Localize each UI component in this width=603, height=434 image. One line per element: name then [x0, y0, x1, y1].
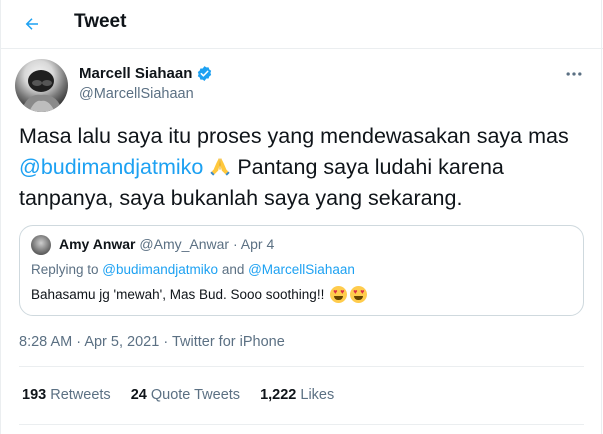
quoted-tweet-header: Amy Anwar @Amy_Anwar · Apr 4	[59, 236, 274, 252]
stats-divider	[19, 424, 584, 425]
likes-stat[interactable]: 1,222 Likes	[260, 387, 334, 403]
quote-tweets-count: 24	[130, 387, 147, 403]
tweet-timestamp: 8:28 AM · Apr 5, 2021 · Twitter for iPho…	[19, 334, 285, 350]
retweets-count: 193	[22, 387, 47, 403]
tweet-date[interactable]: Apr 5, 2021	[84, 334, 159, 350]
retweets-label: Retweets	[50, 387, 111, 403]
tweet-source: Twitter for iPhone	[171, 334, 285, 350]
back-arrow-icon	[25, 18, 38, 30]
likes-label: Likes	[300, 387, 335, 403]
meta-dot: ·	[163, 334, 169, 350]
tweet-time[interactable]: 8:28 AM	[19, 334, 72, 350]
quoted-date[interactable]: Apr 4	[241, 236, 274, 252]
quoted-author-avatar[interactable]	[31, 235, 51, 255]
quoted-author-handle: @Amy_Anwar	[139, 236, 230, 252]
meta-divider	[19, 366, 584, 367]
replying-prefix: Replying to	[31, 262, 103, 277]
tweet-mention[interactable]: @budimandjatmiko	[19, 155, 203, 179]
page-title: Tweet	[74, 11, 127, 32]
quote-tweets-stat[interactable]: 24 Quote Tweets	[131, 387, 240, 403]
reply-and: and	[218, 262, 249, 277]
quoted-tweet-card[interactable]: Amy Anwar @Amy_Anwar · Apr 4 Replying to…	[19, 225, 584, 316]
likes-count: 1,222	[260, 387, 297, 403]
quote-tweets-label: Quote Tweets	[150, 387, 241, 403]
quoted-replying-to: Replying to @budimandjatmiko and @Marcel…	[31, 262, 355, 277]
right-border	[601, 0, 602, 434]
meta-dot: ·	[76, 334, 82, 350]
reply-mention[interactable]: @budimandjatmiko	[102, 262, 218, 277]
reply-mention[interactable]: @MarcellSiahaan	[248, 262, 355, 277]
tweet-stats: 193 Retweets 24 Quote Tweets 1,222 Likes	[22, 387, 334, 403]
retweets-stat[interactable]: 193 Retweets	[22, 387, 111, 403]
more-options-icon[interactable]	[562, 64, 586, 84]
author-handle[interactable]: @MarcellSiahaan	[79, 86, 194, 102]
header-divider	[0, 48, 603, 49]
author-name[interactable]: Marcell Siahaan	[79, 65, 192, 82]
quoted-separator: ·	[232, 236, 238, 252]
back-button[interactable]	[14, 9, 50, 39]
quoted-tweet-text: Bahasamu jg 'mewah', Mas Bud. Sooo sooth…	[31, 286, 368, 303]
heart-eyes-emoji-icon: ♥ ♥	[350, 286, 368, 303]
heart-eyes-emoji-icon: ♥ ♥	[330, 286, 348, 303]
folded-hands-emoji-icon	[210, 157, 230, 176]
quoted-author-name[interactable]: Amy Anwar	[59, 236, 136, 252]
avatar-image	[21, 70, 63, 112]
left-border	[0, 0, 1, 434]
author-avatar[interactable]	[15, 59, 68, 112]
quoted-text: Bahasamu jg 'mewah', Mas Bud. Sooo sooth…	[31, 287, 325, 302]
verified-badge-icon	[198, 66, 212, 81]
tweet-text: Masa lalu saya itu proses yang mendewasa…	[19, 121, 579, 214]
author-name-row[interactable]: Marcell Siahaan	[79, 65, 213, 82]
tweet-text-part: Masa lalu saya itu proses yang mendewasa…	[19, 124, 569, 148]
